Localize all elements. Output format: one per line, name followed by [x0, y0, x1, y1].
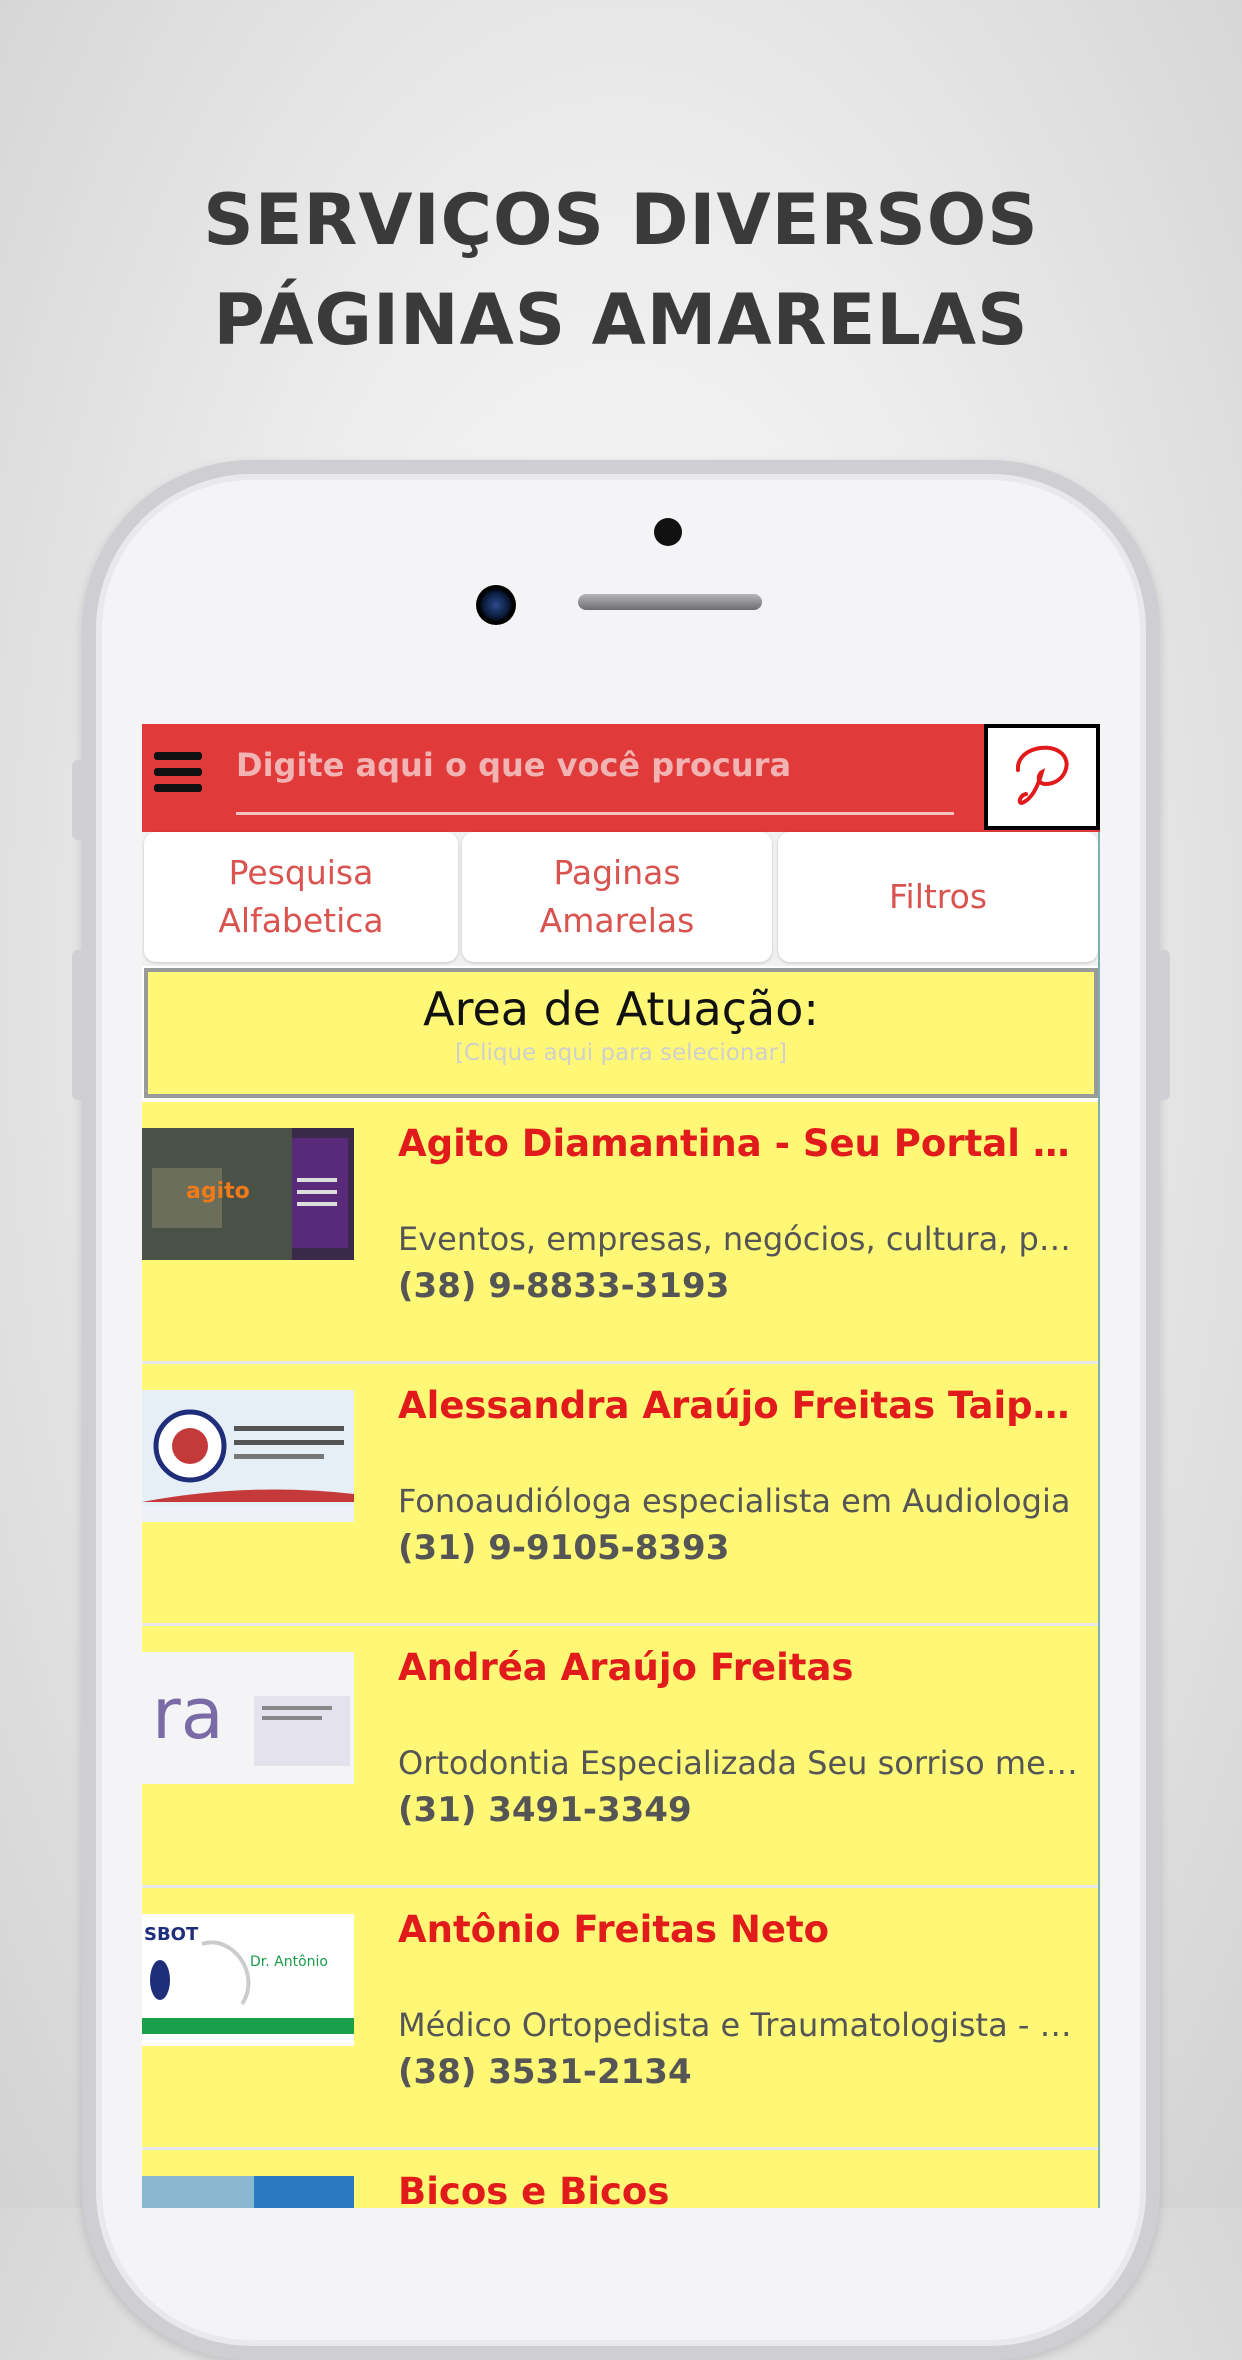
listing-title: Bicos e Bicos [398, 2170, 670, 2208]
proximity-sensor [654, 518, 682, 546]
hamburger-icon[interactable] [154, 752, 202, 800]
listing-description: Fonoaudióloga especialista em Audiologia [398, 1482, 1071, 1520]
front-camera [476, 585, 516, 625]
screen-right-edge [1098, 832, 1100, 2208]
headline-line-1: SERVIÇOS DIVERSOS [203, 179, 1039, 261]
listing-title: Andréa Araújo Freitas [398, 1646, 854, 1689]
list-item[interactable]: agito Agito Diamantina - Seu Portal de E… [142, 1102, 1100, 1364]
listing-list: agito Agito Diamantina - Seu Portal de E… [142, 1102, 1100, 2208]
area-title: Area de Atuação: [423, 982, 819, 1036]
svg-text:SBOT: SBOT [144, 1924, 199, 1945]
area-hint: [Clique aqui para selecionar] [455, 1040, 787, 1066]
listing-phone: (38) 9-8833-3193 [398, 1266, 730, 1306]
search-input[interactable]: Digite aqui o que você procura [236, 746, 791, 784]
tab-bar: Pesquisa Alfabetica Paginas Amarelas Fil… [142, 832, 1100, 966]
svg-text:ra: ra [152, 1673, 224, 1755]
headline-line-2: PÁGINAS AMARELAS [213, 279, 1029, 361]
listing-thumbnail: ra [142, 1652, 354, 1784]
tab-pesquisa-alfabetica[interactable]: Pesquisa Alfabetica [144, 832, 458, 962]
listing-thumbnail [142, 2176, 354, 2208]
listing-thumbnail: SBOT Dr. Antônio [142, 1914, 354, 2046]
listing-title: Alessandra Araújo Freitas Taipina [398, 1384, 1078, 1427]
svg-text:agito: agito [186, 1179, 250, 1204]
area-selector[interactable]: Area de Atuação: [Clique aqui para selec… [144, 968, 1098, 1098]
list-item[interactable]: SBOT Dr. Antônio Antônio Freitas Neto Mé… [142, 1888, 1100, 2150]
search-underline [236, 812, 954, 815]
app-screen: Digite aqui o que você procura Pesquisa … [142, 724, 1100, 2208]
phone-side-button-left-1 [72, 760, 86, 840]
phone-side-button-left-2 [72, 950, 86, 1100]
top-bar: Digite aqui o que você procura [142, 724, 1100, 832]
listing-description: Ortodontia Especializada Seu sorriso mer… [398, 1744, 1078, 1782]
list-item[interactable]: Alessandra Araújo Freitas Taipina Fonoau… [142, 1364, 1100, 1626]
listing-thumbnail [142, 1390, 354, 1522]
listing-phone: (38) 3531-2134 [398, 2052, 692, 2092]
listing-title: Agito Diamantina - Seu Portal de Eventos [398, 1122, 1078, 1165]
earpiece-speaker [578, 594, 762, 610]
listing-phone: (31) 9-9105-8393 [398, 1528, 730, 1568]
listing-phone: (31) 3491-3349 [398, 1790, 692, 1830]
tab-filtros[interactable]: Filtros [778, 832, 1098, 962]
app-logo-icon[interactable] [984, 724, 1100, 830]
tab-paginas-amarelas[interactable]: Paginas Amarelas [462, 832, 772, 962]
listing-thumbnail: agito [142, 1128, 354, 1260]
listing-title: Antônio Freitas Neto [398, 1908, 830, 1951]
list-item[interactable]: ra Andréa Araújo Freitas Ortodontia Espe… [142, 1626, 1100, 1888]
headline: SERVIÇOS DIVERSOS PÁGINAS AMARELAS [0, 170, 1242, 370]
svg-text:Dr. Antônio: Dr. Antônio [250, 1954, 328, 1970]
listing-description: Eventos, empresas, negócios, cultura, pa… [398, 1220, 1078, 1258]
listing-description: Médico Ortopedista e Traumatologista - S… [398, 2006, 1078, 2044]
list-item[interactable]: Bicos e Bicos [142, 2150, 1100, 2208]
phone-side-button-right [1156, 950, 1170, 1100]
